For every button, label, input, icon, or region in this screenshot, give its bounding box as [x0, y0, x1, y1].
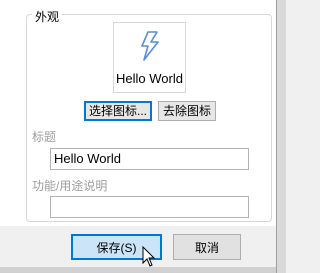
- description-input[interactable]: [50, 196, 249, 218]
- title-label: 标题: [32, 130, 57, 144]
- preview-label: Hello World: [116, 71, 183, 86]
- icon-preview: Hello World: [113, 22, 186, 93]
- footer-edge: [0, 267, 276, 273]
- left-edge: [0, 0, 16, 226]
- title-input[interactable]: Hello World: [50, 148, 249, 170]
- lightning-icon: [141, 31, 159, 61]
- appearance-group-title: 外观: [32, 8, 63, 25]
- mouse-cursor-icon: [142, 246, 156, 267]
- choose-icon-button[interactable]: 选择图标...: [84, 101, 152, 121]
- cancel-button[interactable]: 取消: [173, 234, 241, 260]
- remove-icon-button[interactable]: 去除图标: [158, 101, 216, 121]
- description-label: 功能/用途说明: [32, 179, 108, 193]
- window-right-edge: [276, 0, 286, 273]
